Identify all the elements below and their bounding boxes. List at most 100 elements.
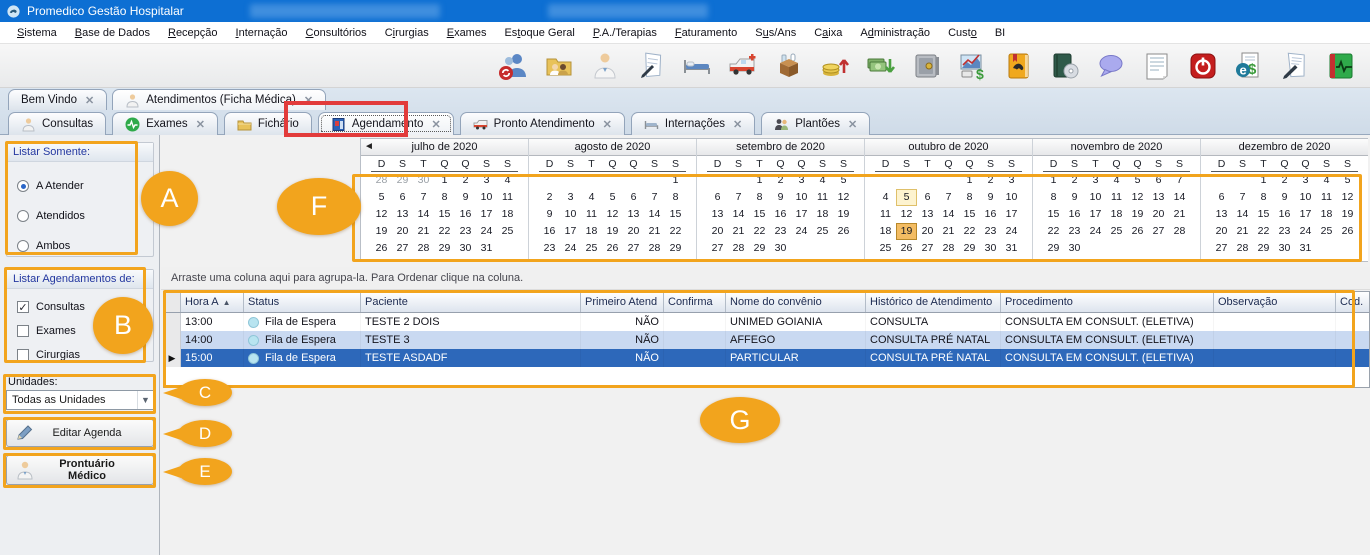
- calendar-day[interactable]: 2: [455, 172, 476, 189]
- calendar-day[interactable]: 10: [476, 189, 497, 206]
- calendar-prev-arrow-icon[interactable]: ◄: [364, 141, 374, 152]
- radio-icon[interactable]: [17, 180, 29, 192]
- calendar-day[interactable]: 7: [1232, 189, 1253, 206]
- calendar-day[interactable]: 30: [770, 240, 791, 257]
- radio-icon[interactable]: [17, 210, 29, 222]
- calendar-day[interactable]: 29: [749, 240, 770, 257]
- calendar-day-selected[interactable]: 19: [896, 223, 917, 240]
- power-icon[interactable]: [1186, 49, 1220, 83]
- calendar-day[interactable]: 16: [1274, 206, 1295, 223]
- calendar-day[interactable]: 17: [1001, 206, 1022, 223]
- calendar-day[interactable]: 29: [665, 240, 686, 257]
- calendar-month-header[interactable]: novembro de 2020: [1033, 139, 1200, 156]
- calendar-day[interactable]: 4: [1316, 172, 1337, 189]
- calendar-day[interactable]: 14: [1169, 189, 1190, 206]
- menu-item-custo[interactable]: Custo: [939, 24, 986, 42]
- calendar-day[interactable]: 27: [1148, 223, 1169, 240]
- calendar-day[interactable]: 8: [434, 189, 455, 206]
- calendar-day[interactable]: 20: [917, 223, 938, 240]
- calendar-day[interactable]: 5: [371, 189, 392, 206]
- hospital-bed-icon[interactable]: [680, 49, 714, 83]
- calendar-day[interactable]: 6: [1211, 189, 1232, 206]
- menu-item-recep-o[interactable]: Recepção: [159, 24, 227, 42]
- calendar-day[interactable]: 28: [644, 240, 665, 257]
- column-header-historico[interactable]: Histórico de Atendimento: [866, 292, 1001, 312]
- calendar-day[interactable]: 19: [833, 206, 854, 223]
- calendar-day[interactable]: 6: [917, 189, 938, 206]
- tab-plantões[interactable]: Plantões✕: [761, 112, 870, 135]
- calendar-month-header[interactable]: julho de 2020: [361, 139, 528, 156]
- calendar-day[interactable]: 17: [791, 206, 812, 223]
- calendar-day[interactable]: 3: [1001, 172, 1022, 189]
- calendar-day[interactable]: 21: [938, 223, 959, 240]
- manual-cd-icon[interactable]: [1048, 49, 1082, 83]
- menu-item-sus-ans[interactable]: Sus/Ans: [746, 24, 805, 42]
- checkbox-icon[interactable]: [17, 325, 29, 337]
- calendar-day[interactable]: 2: [1274, 172, 1295, 189]
- menu-item-base-de-dados[interactable]: Base de Dados: [66, 24, 159, 42]
- calendar-day[interactable]: 20: [1148, 206, 1169, 223]
- tab-bem-vindo[interactable]: Bem Vindo✕: [8, 89, 107, 110]
- menu-item-cirurgias[interactable]: Cirurgias: [376, 24, 438, 42]
- calendar-day[interactable]: 22: [1253, 223, 1274, 240]
- appointment-row[interactable]: ▶15:00Fila de EsperaTESTE ASDADFNÃOPARTI…: [164, 349, 1369, 367]
- menu-item-p-a-terapias[interactable]: P.A./Terapias: [584, 24, 666, 42]
- calendar-day[interactable]: 14: [413, 206, 434, 223]
- calendar-day[interactable]: 14: [728, 206, 749, 223]
- calendar-day[interactable]: 1: [434, 172, 455, 189]
- calendar-day[interactable]: 23: [980, 223, 1001, 240]
- calendar-day[interactable]: 14: [938, 206, 959, 223]
- radio-option-atendidos[interactable]: Atendidos: [7, 210, 153, 222]
- calendar-day[interactable]: 24: [1295, 223, 1316, 240]
- radio-icon[interactable]: [17, 240, 29, 252]
- calendar-day[interactable]: 29: [1253, 240, 1274, 257]
- calendar-day[interactable]: 28: [1232, 240, 1253, 257]
- calendar-day[interactable]: 6: [707, 189, 728, 206]
- calendar-day[interactable]: 28: [371, 172, 392, 189]
- unidades-select[interactable]: Todas as Unidades ▼: [6, 390, 154, 410]
- calendar-day[interactable]: 26: [833, 223, 854, 240]
- checkbox-icon[interactable]: ✓: [17, 301, 29, 313]
- close-tab-icon[interactable]: ✕: [304, 94, 313, 107]
- calendar-day[interactable]: 4: [497, 172, 518, 189]
- calendar-day[interactable]: 15: [434, 206, 455, 223]
- calendar-day[interactable]: 6: [392, 189, 413, 206]
- billing-chart-icon[interactable]: $: [956, 49, 990, 83]
- menu-item-administra-o[interactable]: Administração: [851, 24, 939, 42]
- calendar-day[interactable]: 20: [707, 223, 728, 240]
- calendar-day[interactable]: 25: [1106, 223, 1127, 240]
- calendar-day[interactable]: 17: [476, 206, 497, 223]
- calendar-day[interactable]: 9: [455, 189, 476, 206]
- calendar-day[interactable]: 9: [1064, 189, 1085, 206]
- calendar-day[interactable]: 15: [1043, 206, 1064, 223]
- calendar-day[interactable]: 21: [1232, 223, 1253, 240]
- safe-icon[interactable]: [910, 49, 944, 83]
- calendar-day[interactable]: 26: [1337, 223, 1358, 240]
- calendar-day[interactable]: 23: [539, 240, 560, 257]
- radio-option-a-atender[interactable]: A Atender: [7, 180, 153, 192]
- calendar-day[interactable]: 14: [1232, 206, 1253, 223]
- menu-item-exames[interactable]: Exames: [438, 24, 496, 42]
- calendar-day[interactable]: 4: [581, 189, 602, 206]
- calendar-day[interactable]: 25: [1316, 223, 1337, 240]
- calendar-day[interactable]: 25: [812, 223, 833, 240]
- calendar-day[interactable]: 7: [413, 189, 434, 206]
- calendar-day[interactable]: 26: [602, 240, 623, 257]
- radio-option-ambos[interactable]: Ambos: [7, 240, 153, 252]
- calendar-day[interactable]: 3: [560, 189, 581, 206]
- calendar-day[interactable]: 30: [1064, 240, 1085, 257]
- calendar-day[interactable]: 13: [707, 206, 728, 223]
- menu-item-interna-o[interactable]: Internação: [227, 24, 297, 42]
- calendar-day[interactable]: 18: [497, 206, 518, 223]
- invoice-icon[interactable]: [1140, 49, 1174, 83]
- appointment-row[interactable]: 14:00Fila de EsperaTESTE 3NÃOAFFEGOCONSU…: [164, 331, 1369, 349]
- calendar-day[interactable]: 5: [833, 172, 854, 189]
- calendar-day[interactable]: 18: [1316, 206, 1337, 223]
- calendar-day[interactable]: 9: [980, 189, 1001, 206]
- calendar-day[interactable]: 30: [980, 240, 1001, 257]
- calendar-day[interactable]: 27: [1211, 240, 1232, 257]
- calendar-day[interactable]: 17: [1085, 206, 1106, 223]
- calendar-day[interactable]: 27: [707, 240, 728, 257]
- calendar-day[interactable]: 9: [539, 206, 560, 223]
- calendar-day[interactable]: 24: [1085, 223, 1106, 240]
